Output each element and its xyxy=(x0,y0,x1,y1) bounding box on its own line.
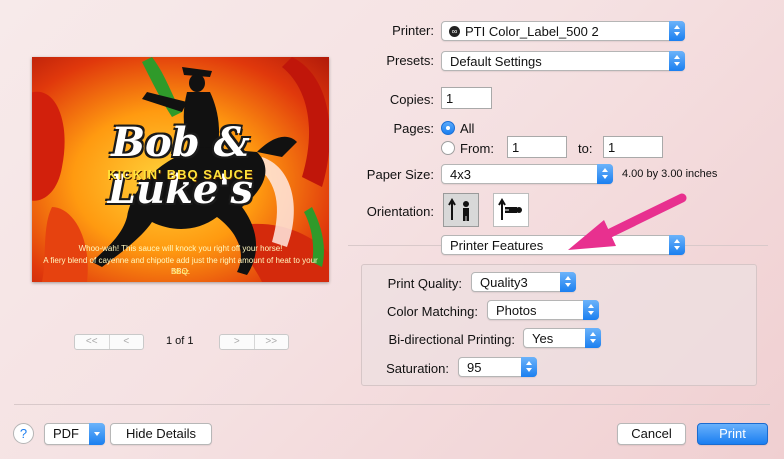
presets-value: Default Settings xyxy=(450,54,542,69)
annotation-arrow-icon xyxy=(568,193,687,250)
prev-page-button[interactable]: < xyxy=(108,335,144,349)
brand-title: Bob & Luke's xyxy=(107,119,254,213)
chevron-updown-icon xyxy=(597,164,613,184)
section-menu-value: Printer Features xyxy=(450,238,544,253)
presets-label: Presets: xyxy=(386,53,434,68)
pages-all-label: All xyxy=(460,121,475,136)
orientation-landscape-button[interactable] xyxy=(493,193,529,227)
bidirectional-value: Yes xyxy=(532,331,554,346)
copies-value: 1 xyxy=(446,91,454,106)
pages-to-field[interactable]: 1 xyxy=(603,136,663,158)
chevron-updown-icon xyxy=(560,272,576,292)
pdf-label: PDF xyxy=(53,426,79,441)
chevron-updown-icon xyxy=(585,328,601,348)
pages-range-radio[interactable] xyxy=(441,141,455,155)
pdf-menu-button[interactable]: PDF xyxy=(44,423,105,445)
blurb-line-1: Whoo-wah! This sauce will knock you righ… xyxy=(78,244,283,253)
chevron-updown-icon xyxy=(669,51,685,71)
printer-label: Printer: xyxy=(392,23,434,38)
cancel-button[interactable]: Cancel xyxy=(617,423,686,445)
pages-all-radio[interactable] xyxy=(441,121,455,135)
orientation-portrait-button[interactable] xyxy=(443,193,479,227)
presets-popup[interactable]: Default Settings xyxy=(441,51,685,71)
print-button[interactable]: Print xyxy=(697,423,768,445)
pages-from-label: From: xyxy=(460,141,494,156)
saturation-popup[interactable]: 95 xyxy=(458,357,537,377)
portrait-icon xyxy=(448,198,469,221)
pager-forward-group: > >> xyxy=(219,334,289,350)
printer-status-icon: ∞ xyxy=(449,26,460,37)
bidirectional-popup[interactable]: Yes xyxy=(523,328,601,348)
chevron-updown-icon xyxy=(583,300,599,320)
copies-field[interactable]: 1 xyxy=(441,87,492,109)
last-page-button[interactable]: >> xyxy=(253,335,289,349)
bidirectional-label: Bi-directional Printing: xyxy=(388,332,515,347)
pages-to-value: 1 xyxy=(608,140,616,155)
printer-popup[interactable]: ∞ PTI Color_Label_500 2 xyxy=(441,21,685,41)
printer-value: PTI Color_Label_500 2 xyxy=(465,24,599,39)
landscape-icon xyxy=(498,198,522,220)
print-quality-popup[interactable]: Quality3 xyxy=(471,272,576,292)
orientation-label: Orientation: xyxy=(366,204,434,219)
first-page-button[interactable]: << xyxy=(75,335,109,349)
color-matching-label: Color Matching: xyxy=(386,304,478,319)
hide-details-button[interactable]: Hide Details xyxy=(110,423,212,445)
chevron-updown-icon xyxy=(669,21,685,41)
paper-size-description: 4.00 by 3.00 inches xyxy=(622,168,718,180)
size-label: 18 oz xyxy=(171,269,190,276)
brand-tagline: KICKIN' BBQ SAUCE xyxy=(107,167,254,182)
bottom-divider xyxy=(14,404,770,405)
pages-from-value: 1 xyxy=(512,140,520,155)
next-page-button[interactable]: > xyxy=(220,335,254,349)
print-quality-value: Quality3 xyxy=(480,275,528,290)
saturation-label: Saturation: xyxy=(386,361,449,376)
page-status: 1 of 1 xyxy=(166,335,194,347)
chevron-down-icon xyxy=(89,423,105,445)
color-matching-popup[interactable]: Photos xyxy=(487,300,599,320)
copies-label: Copies: xyxy=(389,92,434,107)
pages-from-field[interactable]: 1 xyxy=(507,136,567,158)
chevron-updown-icon xyxy=(521,357,537,377)
print-preview: Bob & Luke's KICKIN' BBQ SAUCE Whoo-wah!… xyxy=(32,57,329,282)
color-matching-value: Photos xyxy=(496,303,537,318)
pages-label: Pages: xyxy=(393,121,434,136)
paper-size-value: 4x3 xyxy=(450,167,471,182)
print-quality-label: Print Quality: xyxy=(387,276,462,291)
help-button[interactable]: ? xyxy=(13,423,34,444)
pages-to-label: to: xyxy=(578,141,593,156)
saturation-value: 95 xyxy=(467,360,482,375)
paper-size-label: Paper Size: xyxy=(366,167,434,182)
pager-back-group: << < xyxy=(74,334,144,350)
paper-size-popup[interactable]: 4x3 xyxy=(441,164,613,184)
